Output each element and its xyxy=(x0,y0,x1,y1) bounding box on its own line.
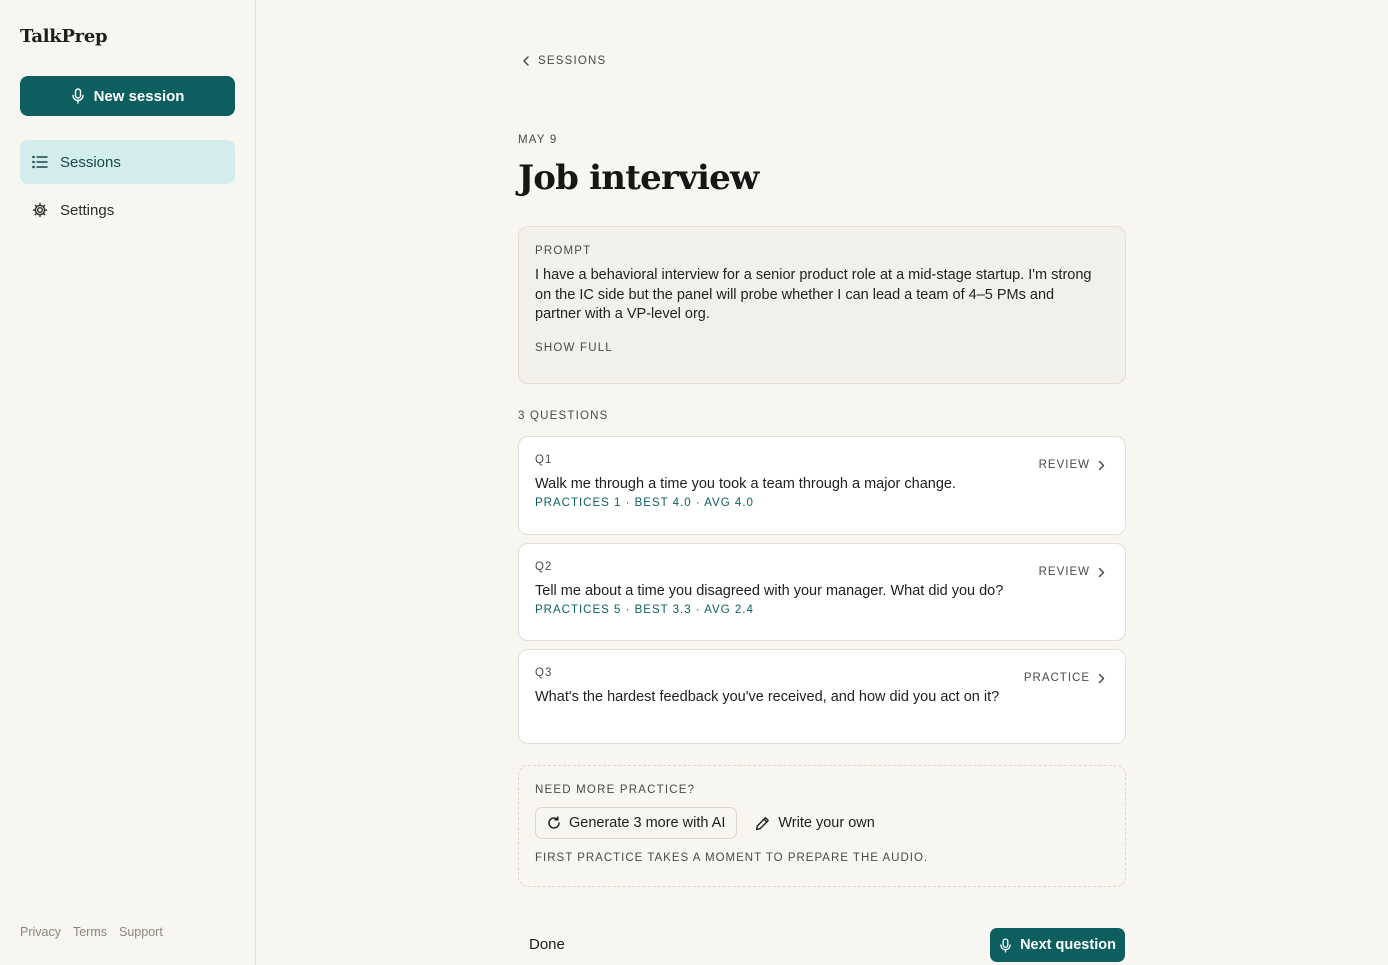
action-label: REVIEW xyxy=(1038,566,1090,578)
generate-more-button[interactable]: Generate 3 more with AI xyxy=(535,807,738,839)
question-card-q3[interactable]: Q3 What's the hardest feedback you've re… xyxy=(518,649,1126,744)
more-practice-card: NEED MORE PRACTICE? Generate 3 more with… xyxy=(518,765,1126,887)
review-button[interactable]: REVIEW xyxy=(1039,459,1105,471)
write-label: Write your own xyxy=(778,815,875,831)
gear-icon xyxy=(32,202,48,218)
chevron-right-icon xyxy=(1098,673,1105,684)
chevron-left-icon xyxy=(522,56,530,66)
microphone-icon xyxy=(999,937,1012,953)
chevron-right-icon xyxy=(1098,567,1105,578)
generate-label: Generate 3 more with AI xyxy=(569,815,726,831)
page-title: Job interview xyxy=(518,158,759,198)
question-text: Tell me about a time you disagreed with … xyxy=(535,583,1004,599)
app-logo: TalkPrep xyxy=(20,26,108,47)
action-label: PRACTICE xyxy=(1023,672,1090,684)
questions-count: 3 QUESTIONS xyxy=(518,410,609,422)
practice-button[interactable]: PRACTICE xyxy=(1024,672,1105,684)
microphone-icon xyxy=(71,88,85,104)
write-your-own-button[interactable]: Write your own xyxy=(755,815,875,831)
prompt-text: I have a behavioral interview for a seni… xyxy=(535,267,1092,322)
question-number: Q2 xyxy=(535,561,553,573)
terms-link[interactable]: Terms xyxy=(73,925,107,939)
question-stats: PRACTICES 1 · BEST 4.0 · AVG 4.0 xyxy=(535,497,754,509)
sidebar: TalkPrep New session Sessions Settings P… xyxy=(0,0,256,965)
refresh-icon xyxy=(547,816,561,830)
prompt-card: PROMPT I have a behavioral interview for… xyxy=(518,226,1126,384)
new-session-label: New session xyxy=(93,87,185,105)
action-label: REVIEW xyxy=(1038,459,1090,471)
question-card-q2[interactable]: Q2 Tell me about a time you disagreed wi… xyxy=(518,543,1126,641)
back-label: SESSIONS xyxy=(538,55,607,67)
sidebar-item-label: Settings xyxy=(60,201,115,219)
sidebar-item-settings[interactable]: Settings xyxy=(20,188,235,232)
support-link[interactable]: Support xyxy=(119,925,163,939)
session-date: MAY 9 xyxy=(518,134,558,146)
back-to-sessions-link[interactable]: SESSIONS xyxy=(522,55,606,67)
footer-links: Privacy Terms Support xyxy=(20,925,163,939)
sidebar-item-label: Sessions xyxy=(60,153,121,171)
question-text: Walk me through a time you took a team t… xyxy=(535,476,956,492)
next-question-button[interactable]: Next question xyxy=(990,928,1125,962)
show-full-button[interactable]: SHOW FULL xyxy=(535,342,613,354)
pencil-icon xyxy=(755,816,770,831)
new-session-button[interactable]: New session xyxy=(20,76,235,116)
next-question-label: Next question xyxy=(1020,937,1116,953)
sidebar-item-sessions[interactable]: Sessions xyxy=(20,140,235,184)
question-text: What's the hardest feedback you've recei… xyxy=(535,689,1000,705)
review-button[interactable]: REVIEW xyxy=(1039,566,1105,578)
prompt-label: PROMPT xyxy=(535,245,592,257)
more-practice-label: NEED MORE PRACTICE? xyxy=(535,784,696,796)
question-card-q1[interactable]: Q1 Walk me through a time you took a tea… xyxy=(518,436,1126,535)
done-button[interactable]: Done xyxy=(529,936,565,953)
list-icon xyxy=(32,154,48,170)
chevron-right-icon xyxy=(1098,460,1105,471)
question-number: Q1 xyxy=(535,454,553,466)
privacy-link[interactable]: Privacy xyxy=(20,925,61,939)
question-stats: PRACTICES 5 · BEST 3.3 · AVG 2.4 xyxy=(535,604,754,616)
audio-hint: FIRST PRACTICE TAKES A MOMENT TO PREPARE… xyxy=(535,852,929,864)
